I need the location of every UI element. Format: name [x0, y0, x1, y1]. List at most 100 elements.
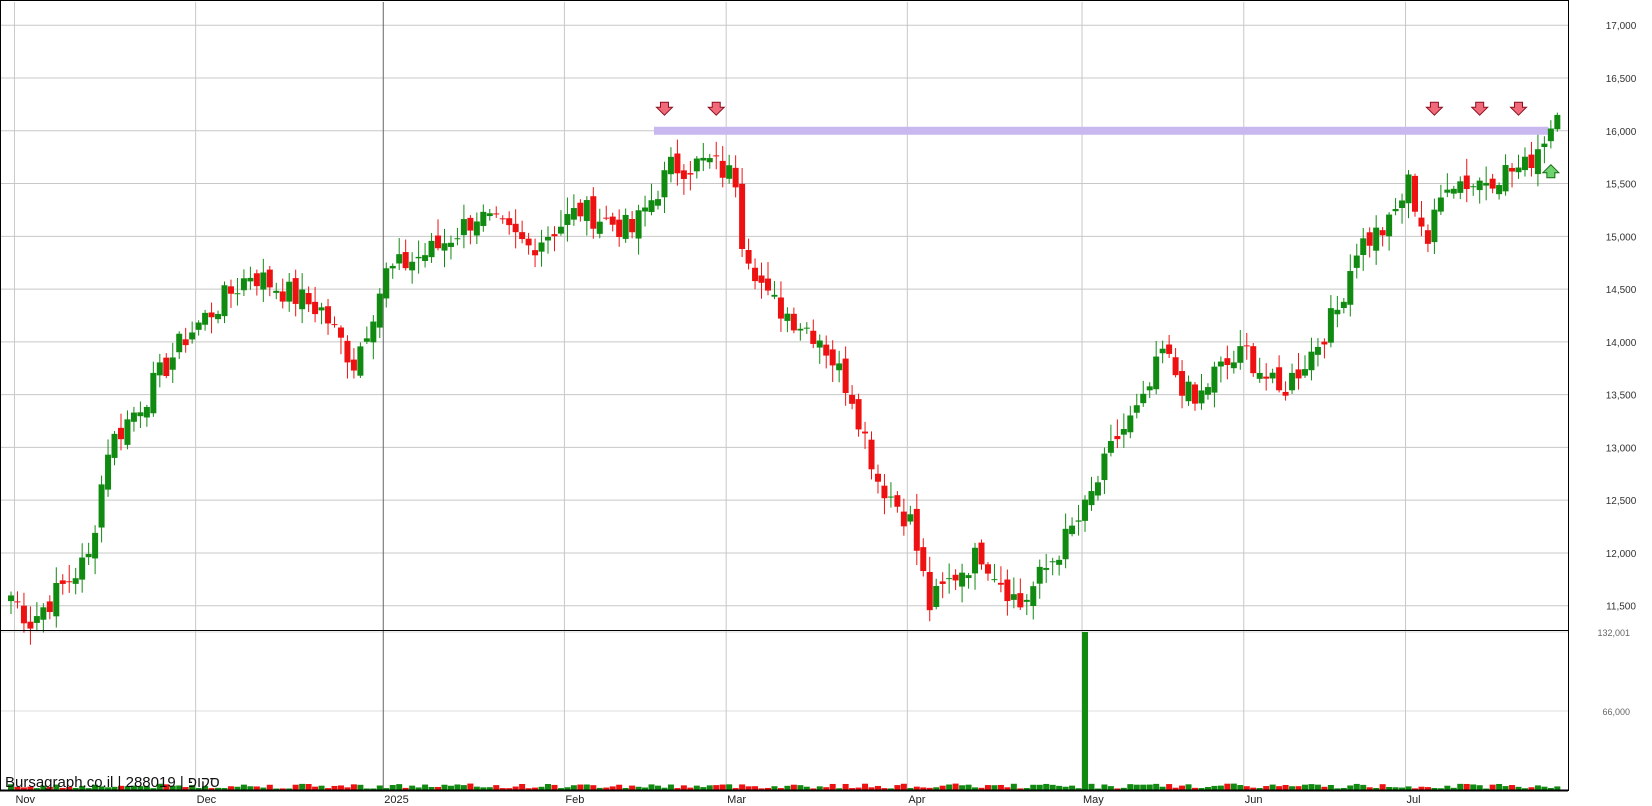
volume-bar [1107, 786, 1114, 790]
candle-body [512, 223, 519, 233]
candle-body [299, 289, 306, 310]
price-tick-label: 17,000 [1606, 21, 1637, 32]
volume-bar [952, 783, 959, 790]
candle-body [53, 583, 60, 617]
candle-body [978, 542, 985, 565]
candle-body [1392, 208, 1399, 212]
candle-body [913, 508, 920, 551]
candle-body [1444, 189, 1451, 193]
candle-body [1334, 309, 1341, 315]
volume-bar [693, 785, 700, 790]
volume-bar [305, 784, 312, 790]
volume-bar [874, 785, 881, 790]
volume-bar [1153, 783, 1160, 790]
volume-bar [337, 785, 344, 790]
candle-body [823, 344, 830, 356]
candle-body [1256, 372, 1263, 379]
candle-body [389, 265, 396, 269]
volume-bar [1314, 784, 1321, 790]
candle-body [862, 431, 869, 434]
candle-body [473, 221, 480, 236]
candle-body [674, 153, 681, 174]
candle-body [1185, 381, 1192, 402]
candle-body [564, 214, 571, 225]
volume-bar [913, 786, 920, 790]
candle-body [8, 595, 14, 602]
volume-bar [1217, 785, 1224, 790]
candle-body [1230, 362, 1237, 369]
candle-body [1340, 301, 1347, 309]
candle-body [680, 170, 687, 179]
candle-body [1166, 344, 1173, 354]
candle-body [221, 285, 228, 317]
volume-bar [266, 784, 273, 790]
candle-body [59, 580, 66, 584]
candle-body [454, 238, 461, 240]
candle-body [1373, 227, 1380, 251]
volume-bar [1127, 784, 1134, 790]
candle-body [169, 357, 176, 370]
candle-body [1528, 154, 1535, 168]
candle-body [376, 293, 383, 328]
candle-body [874, 473, 881, 482]
candle-body [1088, 491, 1095, 506]
volume-bar [1282, 784, 1289, 790]
candle-body [1457, 181, 1464, 193]
volume-bar [1554, 786, 1561, 790]
candle-body [849, 394, 856, 404]
volume-bar [1185, 784, 1192, 790]
volume-bar [648, 784, 655, 790]
volume-bar [1211, 785, 1218, 790]
candle-body [202, 312, 209, 325]
candle-body [1489, 178, 1496, 189]
down-arrow-icon [655, 101, 674, 116]
x-tick-label: May [1083, 794, 1104, 806]
candle-body [1399, 200, 1406, 209]
candle-body [1217, 361, 1224, 367]
price-tick-label: 12,500 [1606, 496, 1637, 507]
candle-body [687, 173, 694, 175]
candle-body [609, 216, 616, 225]
candle-body [447, 242, 454, 247]
candle-body [499, 218, 506, 220]
candle-body [189, 332, 196, 340]
candle-body [790, 313, 797, 331]
candle-body [525, 238, 532, 246]
candle-body [1515, 167, 1522, 173]
x-tick-label: Jun [1245, 794, 1263, 806]
candle-body [557, 226, 564, 234]
volume-bar [467, 783, 474, 790]
volume-bar [1166, 784, 1173, 790]
price-tick-label: 16,500 [1606, 74, 1637, 85]
candle-body [1302, 369, 1308, 376]
candle-body [14, 601, 21, 603]
candle-body [137, 412, 144, 417]
candle-body [900, 511, 907, 527]
volume-bar [1030, 784, 1037, 790]
candle-body [1146, 386, 1153, 391]
price-tick-label: 16,000 [1606, 127, 1637, 138]
candle-body [467, 217, 474, 231]
candle-body [1276, 367, 1283, 391]
volume-bar [726, 784, 733, 790]
down-arrow-icon [1425, 101, 1444, 116]
volume-bar [1179, 785, 1186, 790]
axes [0, 0, 1569, 792]
candle-body [350, 359, 357, 371]
candle-body [1509, 167, 1516, 172]
candle-body [1418, 217, 1425, 227]
candle-body [732, 167, 739, 188]
volume-bar [1010, 783, 1017, 790]
x-tick-label: Mar [727, 794, 746, 806]
candle-body [1043, 568, 1050, 570]
volume-bar [829, 783, 836, 790]
candle-body [111, 433, 118, 458]
candlestick-chart: 11,500 12,000 12,500 13,000 13,500 14,000 14,5… [0, 0, 1652, 806]
volume-bar [253, 786, 260, 790]
candle-body [1554, 114, 1561, 130]
volume-bar [1347, 785, 1354, 790]
candle-body [1056, 559, 1063, 565]
volume-bar [1082, 632, 1089, 790]
volume-bar [1496, 783, 1503, 790]
candle-body [570, 208, 577, 220]
